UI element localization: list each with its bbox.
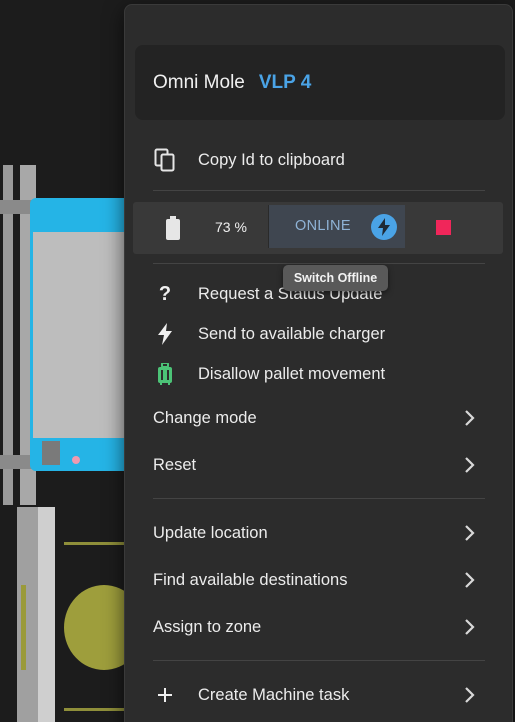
machine-dot [72,456,80,464]
chevron-right-icon [464,617,476,637]
chevron-right-icon [464,523,476,543]
send-to-charger-button[interactable]: Send to available charger [125,316,512,352]
battery-icon [166,216,180,245]
assign-zone-label: Assign to zone [153,617,262,636]
question-icon: ? [158,282,172,305]
copy-id-button[interactable]: Copy Id to clipboard [125,142,512,178]
plus-icon [153,683,177,707]
chevron-right-icon [464,570,476,590]
machine-tag: VLP 4 [258,71,312,93]
update-location-label: Update location [153,523,268,542]
machine-panel [33,232,127,438]
change-mode-label: Change mode [153,408,257,427]
find-destinations-item[interactable]: Find available destinations [125,562,512,598]
reset-item[interactable]: Reset [125,447,512,483]
disallow-pallet-button[interactable]: Disallow pallet movement [125,356,512,392]
zone-line [64,708,124,711]
chevron-right-icon [464,408,476,428]
change-mode-item[interactable]: Change mode [125,400,512,436]
divider [153,190,485,191]
rail [3,165,13,505]
divider [153,498,485,499]
divider [153,263,485,264]
copy-icon [153,148,177,172]
copy-id-label: Copy Id to clipboard [198,150,345,169]
chevron-right-icon [464,685,476,705]
lightning-icon [153,322,177,346]
find-destinations-label: Find available destinations [153,570,348,589]
reset-label: Reset [153,455,197,474]
update-location-item[interactable]: Update location [125,515,512,551]
chevron-right-icon [464,455,476,475]
assign-zone-item[interactable]: Assign to zone [125,609,512,645]
lightning-icon [371,214,397,240]
online-label: ONLINE [295,218,351,234]
divider [153,660,485,661]
create-machine-task-label: Create Machine task [198,685,350,704]
switch-offline-tooltip: Switch Offline [283,265,388,291]
create-machine-task-item[interactable]: Create Machine task [125,677,512,713]
send-to-charger-label: Send to available charger [198,324,386,343]
conveyor-mark [21,585,26,670]
machine-block [42,441,60,465]
stop-button[interactable] [436,220,451,235]
menu-header: Omni Mole VLP 4 [135,45,505,120]
online-toggle-button[interactable]: ONLINE [268,205,405,248]
battery-percent: 73 % [215,219,247,235]
machine-name: Omni Mole [153,71,245,93]
conveyor-edge [38,507,55,722]
status-bar: 73 % ONLINE [133,202,503,254]
context-menu: Omni Mole VLP 4 Copy Id to clipboard 73 … [124,4,513,722]
disallow-pallet-label: Disallow pallet movement [198,364,386,383]
luggage-icon [153,362,177,386]
zone-line [64,542,124,545]
